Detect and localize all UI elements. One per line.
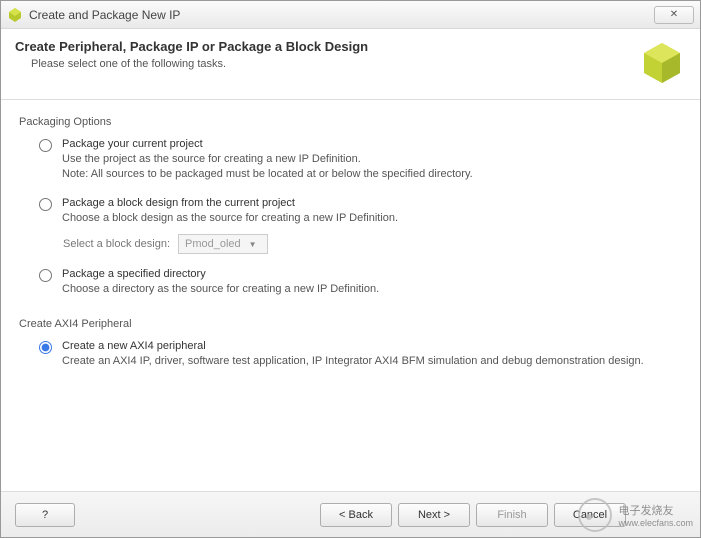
watermark-logo-icon: [578, 498, 612, 532]
option-package-block-design[interactable]: Package a block design from the current …: [39, 197, 682, 226]
block-design-select-row: Select a block design: Pmod_oled ▼: [63, 234, 682, 254]
option-text: Create a new AXI4 peripheral Create an A…: [62, 340, 682, 369]
option-package-current-project[interactable]: Package your current project Use the pro…: [39, 138, 682, 183]
back-button[interactable]: < Back: [320, 503, 392, 527]
watermark-text: 电子发烧友: [618, 502, 693, 518]
titlebar: Create and Package New IP ✕: [1, 1, 700, 29]
dialog-window: Create and Package New IP ✕ Create Perip…: [0, 0, 701, 538]
finish-button: Finish: [476, 503, 548, 527]
next-button[interactable]: Next >: [398, 503, 470, 527]
option-title: Package a block design from the current …: [62, 197, 682, 209]
option-create-axi4-peripheral[interactable]: Create a new AXI4 peripheral Create an A…: [39, 340, 682, 369]
option-text: Package a block design from the current …: [62, 197, 682, 226]
app-icon: [7, 7, 23, 23]
close-icon: ✕: [670, 9, 678, 20]
block-design-select-label: Select a block design:: [63, 238, 170, 250]
watermark: 电子发烧友 www.elecfans.com: [578, 498, 693, 532]
chevron-down-icon: ▼: [249, 240, 257, 249]
option-desc: Choose a directory as the source for cre…: [62, 282, 682, 297]
option-package-directory[interactable]: Package a specified directory Choose a d…: [39, 268, 682, 297]
back-label: < Back: [339, 509, 373, 521]
packaging-options-label: Packaging Options: [19, 116, 682, 128]
body-panel: Packaging Options Package your current p…: [1, 100, 700, 491]
block-design-combo: Pmod_oled ▼: [178, 234, 268, 254]
watermark-url: www.elecfans.com: [618, 518, 693, 528]
radio-create-axi4-peripheral[interactable]: [39, 341, 52, 354]
help-label: ?: [42, 509, 48, 521]
next-label: Next >: [418, 509, 450, 521]
header-brand-icon: [638, 39, 686, 87]
combo-value: Pmod_oled: [185, 238, 241, 250]
packaging-options-group: Packaging Options Package your current p…: [19, 116, 682, 298]
header-texts: Create Peripheral, Package IP or Package…: [15, 39, 628, 70]
footer-left: ?: [15, 503, 75, 527]
option-title: Package your current project: [62, 138, 682, 150]
page-subtitle: Please select one of the following tasks…: [15, 58, 628, 70]
finish-label: Finish: [497, 509, 526, 521]
radio-package-current-project[interactable]: [39, 139, 52, 152]
option-text: Package a specified directory Choose a d…: [62, 268, 682, 297]
radio-package-directory[interactable]: [39, 269, 52, 282]
watermark-text-block: 电子发烧友 www.elecfans.com: [618, 502, 693, 528]
page-title: Create Peripheral, Package IP or Package…: [15, 39, 628, 54]
radio-package-block-design[interactable]: [39, 198, 52, 211]
option-desc: Create an AXI4 IP, driver, software test…: [62, 354, 682, 369]
window-close-button[interactable]: ✕: [654, 6, 694, 24]
titlebar-left: Create and Package New IP: [7, 7, 180, 23]
option-title: Package a specified directory: [62, 268, 682, 280]
option-desc: Choose a block design as the source for …: [62, 211, 682, 226]
option-desc: Use the project as the source for creati…: [62, 152, 682, 183]
option-title: Create a new AXI4 peripheral: [62, 340, 682, 352]
window-title: Create and Package New IP: [29, 8, 180, 22]
header-panel: Create Peripheral, Package IP or Package…: [1, 29, 700, 100]
axi-peripheral-label: Create AXI4 Peripheral: [19, 318, 682, 330]
help-button[interactable]: ?: [15, 503, 75, 527]
axi-peripheral-group: Create AXI4 Peripheral Create a new AXI4…: [19, 318, 682, 369]
option-text: Package your current project Use the pro…: [62, 138, 682, 183]
